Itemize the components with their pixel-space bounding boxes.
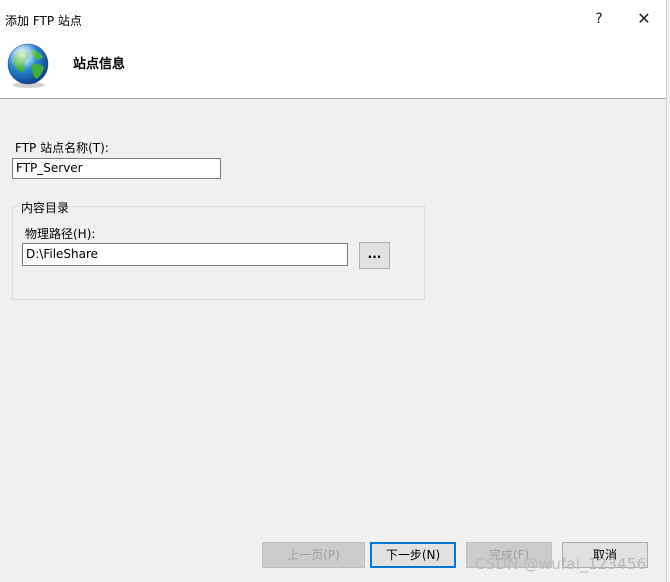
window-title: 添加 FTP 站点 — [5, 14, 82, 28]
physical-path-label: 物理路径(H): — [25, 227, 96, 241]
site-name-input[interactable]: FTP_Server — [12, 158, 221, 179]
site-name-label: FTP 站点名称(T): — [15, 141, 109, 155]
previous-button[interactable]: 上一页(P) — [262, 542, 365, 568]
page-title: 站点信息 — [73, 57, 126, 72]
next-button[interactable]: 下一步(N) — [370, 542, 456, 568]
close-icon[interactable]: ✕ — [634, 10, 654, 28]
title-bar[interactable]: 添加 FTP 站点 ? ✕ — [0, 0, 666, 36]
wizard-header: 站点信息 — [0, 36, 666, 99]
csdn-watermark: CSDN @wufai_123456 — [475, 555, 647, 573]
physical-path-input[interactable]: D:\FileShare — [22, 243, 348, 266]
browse-button[interactable]: ... — [359, 242, 390, 269]
globe-icon — [7, 43, 49, 88]
content-directory-legend: 内容目录 — [19, 199, 72, 216]
add-ftp-site-dialog: 添加 FTP 站点 ? ✕ 站点信息 FTP 站点名称(T): FTP_Serv… — [0, 0, 667, 582]
help-icon[interactable]: ? — [589, 10, 609, 28]
